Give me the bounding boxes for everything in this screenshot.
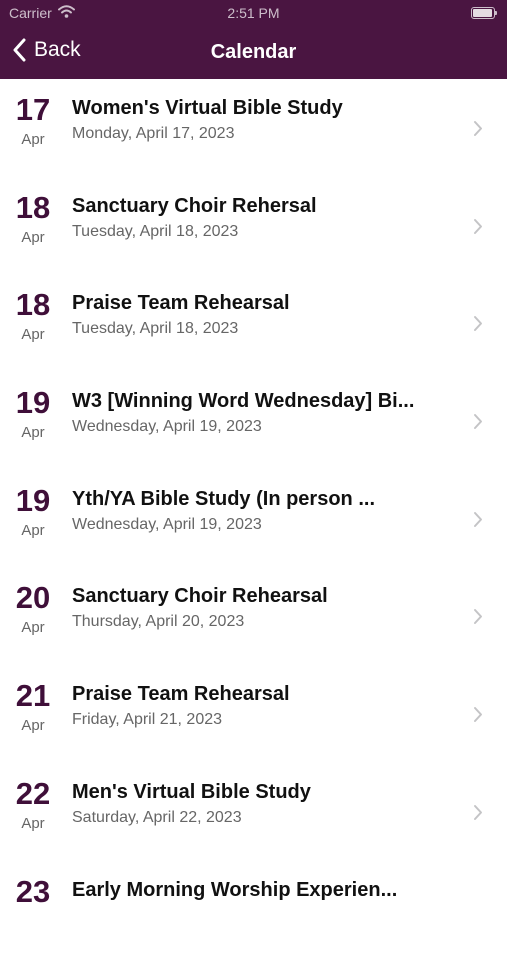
- chevron-right-icon: [473, 218, 483, 235]
- event-month: Apr: [0, 131, 66, 148]
- chevron-right-icon: [473, 608, 483, 625]
- event-day: 21: [0, 679, 66, 713]
- event-day: 22: [0, 777, 66, 811]
- event-month: Apr: [0, 229, 66, 246]
- event-day: 23: [0, 875, 66, 909]
- event-title: Women's Virtual Bible Study: [72, 97, 447, 120]
- chevron-right-icon: [473, 315, 483, 332]
- event-month: Apr: [0, 717, 66, 734]
- chevron-right-icon: [473, 511, 483, 528]
- status-time: 2:51 PM: [0, 5, 507, 21]
- event-date: Monday, April 17, 2023: [72, 125, 447, 143]
- event-date: Thursday, April 20, 2023: [72, 613, 447, 631]
- event-row[interactable]: 19 Apr Yth/YA Bible Study (In person ...…: [0, 470, 507, 568]
- event-day: 19: [0, 386, 66, 420]
- event-day: 17: [0, 93, 66, 127]
- event-row[interactable]: 19 Apr W3 [Winning Word Wednesday] Bi...…: [0, 372, 507, 470]
- battery-icon: [471, 7, 497, 19]
- header: Carrier 2:51 PM Back Cale: [0, 0, 507, 79]
- event-title: Men's Virtual Bible Study: [72, 781, 447, 804]
- chevron-right-icon: [473, 804, 483, 821]
- chevron-right-icon: [473, 706, 483, 723]
- event-title: Praise Team Rehearsal: [72, 683, 447, 706]
- event-month: Apr: [0, 424, 66, 441]
- event-date: Friday, April 21, 2023: [72, 711, 447, 729]
- event-title: Sanctuary Choir Rehersal: [72, 195, 447, 218]
- event-row[interactable]: 17 Apr Women's Virtual Bible Study Monda…: [0, 79, 507, 177]
- event-title: Sanctuary Choir Rehearsal: [72, 585, 447, 608]
- event-day: 18: [0, 288, 66, 322]
- event-day: 19: [0, 484, 66, 518]
- chevron-right-icon: [473, 413, 483, 430]
- event-row[interactable]: 22 Apr Men's Virtual Bible Study Saturda…: [0, 763, 507, 861]
- event-month: Apr: [0, 815, 66, 832]
- event-date: Tuesday, April 18, 2023: [72, 223, 447, 241]
- event-row[interactable]: 18 Apr Sanctuary Choir Rehersal Tuesday,…: [0, 177, 507, 275]
- event-date: Wednesday, April 19, 2023: [72, 516, 447, 534]
- event-month: Apr: [0, 619, 66, 636]
- event-row[interactable]: 18 Apr Praise Team Rehearsal Tuesday, Ap…: [0, 274, 507, 372]
- event-row[interactable]: 20 Apr Sanctuary Choir Rehearsal Thursda…: [0, 567, 507, 665]
- event-title: W3 [Winning Word Wednesday] Bi...: [72, 390, 447, 413]
- event-row[interactable]: 23 Early Morning Worship Experien...: [0, 861, 507, 958]
- event-row[interactable]: 21 Apr Praise Team Rehearsal Friday, Apr…: [0, 665, 507, 763]
- chevron-right-icon: [473, 120, 483, 137]
- event-date: Saturday, April 22, 2023: [72, 809, 447, 827]
- event-month: Apr: [0, 326, 66, 343]
- event-title: Praise Team Rehearsal: [72, 292, 447, 315]
- event-day: 18: [0, 191, 66, 225]
- event-month: Apr: [0, 522, 66, 539]
- event-date: Tuesday, April 18, 2023: [72, 320, 447, 338]
- event-title: Early Morning Worship Experien...: [72, 879, 447, 902]
- navigation-bar: Back Calendar: [0, 28, 507, 79]
- status-bar: Carrier 2:51 PM: [0, 0, 507, 28]
- page-title: Calendar: [0, 41, 507, 64]
- event-date: Wednesday, April 19, 2023: [72, 418, 447, 436]
- event-list: 17 Apr Women's Virtual Bible Study Monda…: [0, 79, 507, 958]
- event-day: 20: [0, 581, 66, 615]
- event-title: Yth/YA Bible Study (In person ...: [72, 488, 447, 511]
